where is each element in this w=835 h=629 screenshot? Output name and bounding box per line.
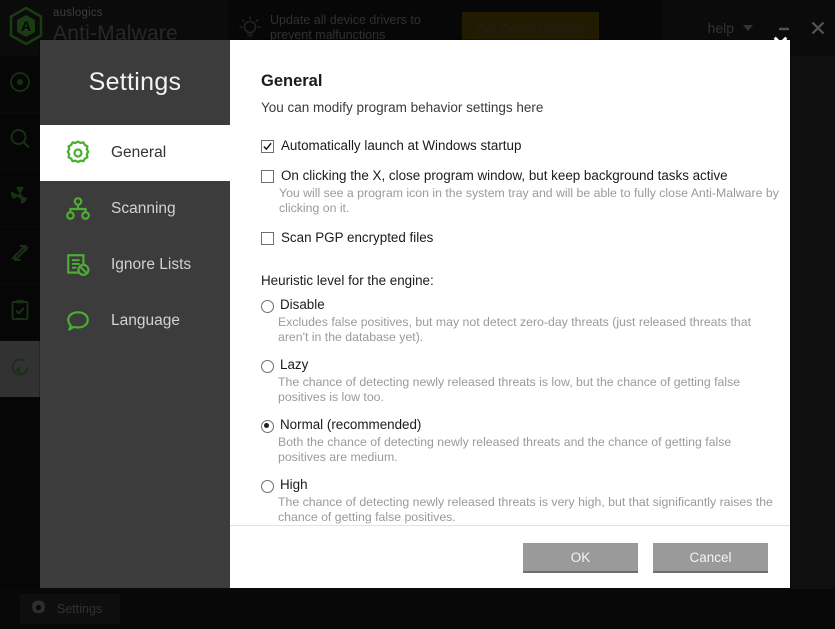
radio-row-normal[interactable]: Normal (recommended) Both the chance of … <box>261 417 790 465</box>
options-group: Automatically launch at Windows startup … <box>230 115 790 525</box>
radio-row-high[interactable]: High The chance of detecting newly relea… <box>261 477 790 525</box>
checkbox-unchecked-icon[interactable] <box>261 232 274 245</box>
dialog-sidebar: Settings General Scanning Ignore Lists L… <box>40 40 230 588</box>
speech-bubble-icon <box>65 308 91 334</box>
radio-hint: The chance of detecting newly released t… <box>278 375 741 404</box>
dialog-footer: OK Cancel <box>523 543 768 573</box>
dialog-title: Settings <box>88 68 182 96</box>
settings-dialog: Settings General Scanning Ignore Lists L… <box>40 40 790 588</box>
radio-label: Normal (recommended) <box>280 417 422 432</box>
checkbox-label: Automatically launch at Windows startup <box>281 138 522 153</box>
dialog-panel: General You can modify program behavior … <box>230 40 790 588</box>
checkbox-label: Scan PGP encrypted files <box>281 230 434 245</box>
sidebar-item-label: Ignore Lists <box>111 256 192 273</box>
checkbox-row-scan-pgp[interactable]: Scan PGP encrypted files <box>261 229 790 246</box>
radio-label: Lazy <box>280 357 309 372</box>
page-subtitle: You can modify program behavior settings… <box>261 100 544 115</box>
radio-unselected-icon[interactable] <box>261 480 274 493</box>
footer-divider <box>230 525 790 526</box>
sidebar-item-language[interactable]: Language <box>40 293 230 349</box>
sidebar-item-label: Language <box>111 312 180 329</box>
checkbox-row-autostart[interactable]: Automatically launch at Windows startup <box>261 137 790 154</box>
radio-hint: The chance of detecting newly released t… <box>278 495 773 524</box>
radio-label: High <box>280 477 308 492</box>
ok-button[interactable]: OK <box>523 543 638 573</box>
list-block-icon <box>65 252 91 278</box>
sidebar-item-scanning[interactable]: Scanning <box>40 181 230 237</box>
checkbox-checked-icon[interactable] <box>261 140 274 153</box>
radio-row-lazy[interactable]: Lazy The chance of detecting newly relea… <box>261 357 790 405</box>
cancel-button[interactable]: Cancel <box>653 543 768 573</box>
checkbox-label: On clicking the X, close program window,… <box>281 168 728 183</box>
radio-selected-icon[interactable] <box>261 420 274 433</box>
close-icon <box>772 35 789 57</box>
dialog-nav-list: General Scanning Ignore Lists Language <box>40 125 230 349</box>
radio-row-disable[interactable]: Disable Excludes false positives, but ma… <box>261 297 790 345</box>
radio-label: Disable <box>280 297 325 312</box>
checkbox-row-keep-background[interactable]: On clicking the X, close program window,… <box>261 167 790 184</box>
sidebar-item-label: General <box>111 144 167 161</box>
radio-unselected-icon[interactable] <box>261 300 274 313</box>
checkbox-unchecked-icon[interactable] <box>261 170 274 183</box>
sidebar-item-ignore-lists[interactable]: Ignore Lists <box>40 237 230 293</box>
gear-icon <box>65 140 91 166</box>
page-title: General <box>261 72 323 90</box>
radio-unselected-icon[interactable] <box>261 360 274 373</box>
radio-hint: Both the chance of detecting newly relea… <box>278 435 732 464</box>
heuristic-level-label: Heuristic level for the engine: <box>261 273 434 288</box>
dialog-close-button[interactable] <box>768 34 792 58</box>
sidebar-item-general[interactable]: General <box>40 125 230 181</box>
checkbox-hint: You will see a program icon in the syste… <box>279 186 779 215</box>
sidebar-item-label: Scanning <box>111 200 176 217</box>
network-nodes-icon <box>65 196 91 222</box>
panel-header: General You can modify program behavior … <box>230 40 790 115</box>
radio-hint: Excludes false positives, but may not de… <box>278 315 751 344</box>
